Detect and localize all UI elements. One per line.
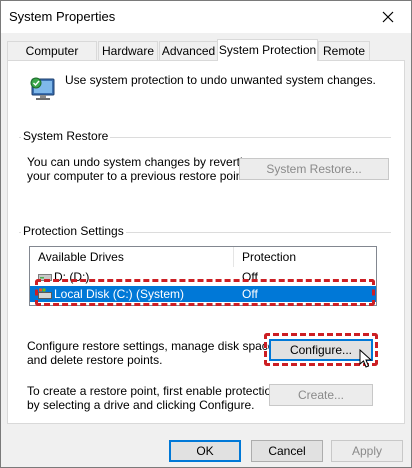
system-properties-window: System Properties Computer Name Hardware…	[0, 0, 412, 468]
window-title: System Properties	[9, 9, 116, 24]
system-protection-icon	[30, 77, 55, 100]
create-text-line2: by selecting a drive and clicking Config…	[27, 398, 255, 412]
protection-settings-heading: Protection Settings	[21, 224, 126, 238]
apply-button[interactable]: Apply	[331, 440, 403, 462]
selected-drive-highlight	[35, 279, 375, 306]
create-text-line1: To create a restore point, first enable …	[27, 384, 278, 398]
tab-advanced[interactable]: Advanced	[159, 41, 218, 60]
drives-list-header: Available Drives Protection	[30, 247, 376, 267]
title-bar: System Properties	[1, 1, 411, 33]
tab-computer-name[interactable]: Computer Name	[7, 41, 97, 77]
system-restore-line1: You can undo system changes by reverting	[27, 155, 257, 169]
close-button[interactable]	[365, 1, 411, 33]
tab-remote[interactable]: Remote	[318, 41, 370, 60]
create-button[interactable]: Create...	[269, 384, 373, 406]
intro-text: Use system protection to undo unwanted s…	[65, 73, 376, 87]
configure-text-line2: and delete restore points.	[27, 353, 163, 367]
system-restore-heading: System Restore	[21, 129, 111, 143]
tab-system-protection[interactable]: System Protection	[217, 39, 318, 61]
configure-text-line1: Configure restore settings, manage disk …	[27, 339, 278, 353]
column-separator[interactable]	[233, 247, 234, 267]
system-restore-line2: your computer to a previous restore poin…	[27, 169, 250, 183]
cancel-button[interactable]: Cancel	[251, 440, 323, 462]
column-protection[interactable]: Protection	[242, 250, 296, 264]
ok-button[interactable]: OK	[169, 440, 241, 462]
column-available-drives[interactable]: Available Drives	[38, 250, 124, 264]
tab-panel	[7, 60, 405, 424]
mouse-pointer-icon	[359, 349, 373, 368]
tab-hardware[interactable]: Hardware	[98, 41, 158, 60]
system-restore-button[interactable]: System Restore...	[239, 158, 389, 180]
close-icon	[382, 11, 394, 23]
